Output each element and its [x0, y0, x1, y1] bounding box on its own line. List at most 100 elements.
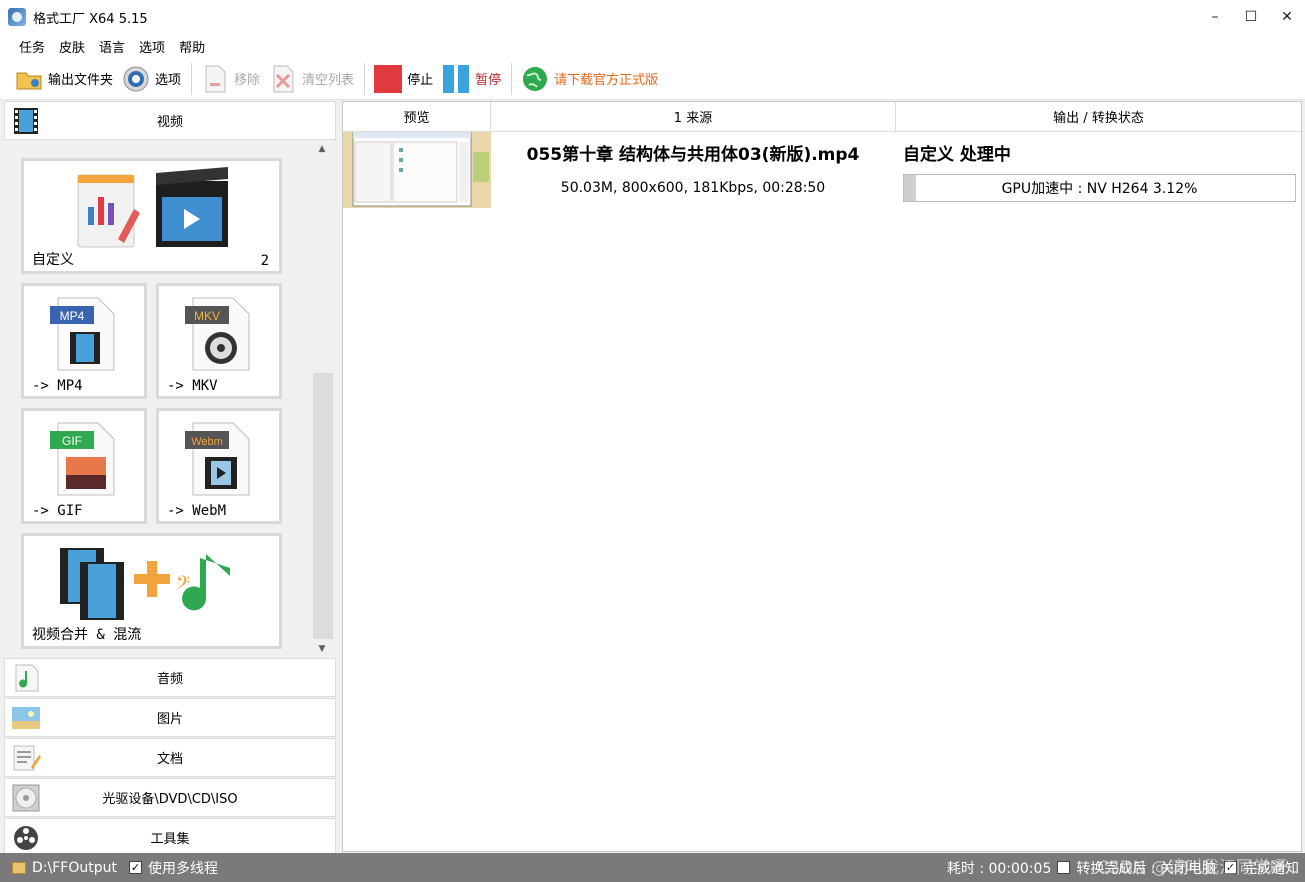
tile-mp4[interactable]: MP4 -> MP4	[21, 283, 147, 399]
task-list: 预览 1 来源 输出 / 转换状态 055第十章 结构体与共用体03(新版).m…	[342, 101, 1302, 852]
notify-label: 完成通知	[1243, 860, 1299, 877]
toolbar-separator	[511, 62, 513, 95]
category-audio[interactable]: 音频	[4, 658, 336, 697]
scroll-up-arrow[interactable]: ▲	[309, 141, 335, 157]
bass-clef-glyph: 𝄢	[176, 573, 190, 598]
mkv-file-icon: MKV	[185, 297, 250, 371]
stop-button[interactable]: 停止	[373, 61, 433, 97]
mp4-file-icon: MP4	[50, 297, 115, 371]
options-label: 选项	[155, 73, 182, 88]
category-panel: 视频 自定义 2 MP4 -> MP4 MKV -> MKV GIF -> GI…	[4, 101, 336, 857]
menu-bar: 任务 皮肤 语言 选项 帮助	[0, 34, 1305, 58]
tiles-scrollbar[interactable]: ▲ ▼	[309, 141, 335, 657]
column-preview[interactable]: 预览	[343, 102, 491, 131]
category-tools[interactable]: 工具集	[4, 818, 336, 857]
status-bar: D:\FFOutput ✓ 使用多线程 耗时 : 00:00:05 转换完成后 …	[0, 853, 1305, 882]
menu-help[interactable]: 帮助	[172, 37, 212, 56]
video-tiles: 自定义 2 MP4 -> MP4 MKV -> MKV GIF -> GIF W…	[4, 141, 309, 657]
pause-button[interactable]: 暂停	[441, 61, 501, 97]
output-status-title: 自定义 处理中	[903, 145, 1011, 165]
category-document-label: 文档	[156, 752, 183, 767]
gif-file-icon: GIF	[50, 422, 115, 496]
toolbar-separator	[364, 62, 366, 95]
shutdown-checkbox[interactable]	[1057, 861, 1071, 874]
after-convert-label: 转换完成后 : 关闭电脑	[1076, 860, 1216, 877]
globe-icon	[520, 64, 550, 94]
tile-custom[interactable]: 自定义 2	[21, 158, 282, 274]
output-path[interactable]: D:\FFOutput	[32, 860, 117, 876]
task-list-header: 预览 1 来源 输出 / 转换状态	[343, 102, 1301, 132]
output-folder-button[interactable]: 输出文件夹	[14, 61, 113, 97]
category-video-label: 视频	[156, 115, 183, 130]
column-source[interactable]: 1 来源	[491, 102, 896, 131]
mp4-badge: MP4	[60, 309, 85, 323]
pause-label: 暂停	[475, 73, 502, 88]
menu-language[interactable]: 语言	[92, 37, 132, 56]
folder-icon	[12, 861, 26, 874]
category-image[interactable]: 图片	[4, 698, 336, 737]
film-strip-icon	[11, 106, 41, 136]
webm-badge: Webm	[191, 436, 223, 448]
category-image-label: 图片	[156, 712, 183, 727]
scroll-down-arrow[interactable]: ▼	[309, 641, 335, 657]
menu-task[interactable]: 任务	[12, 37, 52, 56]
mkv-badge: MKV	[194, 309, 220, 323]
task-row[interactable]: 055第十章 结构体与共用体03(新版).mp4 50.03M, 800x600…	[343, 132, 1301, 208]
notify-checkbox[interactable]: ✓	[1224, 861, 1237, 874]
elapsed-time: 耗时 : 00:00:05	[946, 860, 1052, 877]
document-icon	[11, 743, 41, 773]
output-folder-label: 输出文件夹	[48, 73, 114, 88]
category-video[interactable]: 视频	[4, 101, 336, 140]
conversion-progress-bar: GPU加速中 : NV H264 3.12%	[903, 174, 1296, 202]
maximize-button[interactable]: ☐	[1233, 0, 1269, 34]
image-icon	[11, 703, 41, 733]
tile-mkv[interactable]: MKV -> MKV	[156, 283, 282, 399]
merge-mux-icon: 𝄢	[60, 548, 230, 620]
multithread-label: 使用多线程	[147, 860, 218, 877]
gif-badge: GIF	[62, 434, 82, 448]
app-icon	[8, 8, 26, 26]
toolbar-separator	[191, 62, 193, 95]
menu-options[interactable]: 选项	[132, 37, 172, 56]
stop-label: 停止	[407, 73, 434, 88]
options-button[interactable]: 选项	[121, 61, 181, 97]
title-bar: 格式工厂 X64 5.15 – ☐ ✕	[0, 0, 1305, 34]
tile-webm-label: -> WebM	[167, 503, 227, 519]
music-note-icon	[11, 663, 41, 693]
column-output-status[interactable]: 输出 / 转换状态	[896, 102, 1301, 131]
menu-skin[interactable]: 皮肤	[52, 37, 92, 56]
download-official-label: 请下载官方正式版	[554, 73, 659, 88]
video-thumbnail	[343, 132, 491, 208]
tile-merge-label: 视频合并 & 混流	[32, 627, 142, 643]
tile-gif[interactable]: GIF -> GIF	[21, 408, 147, 524]
window-title: 格式工厂 X64 5.15	[33, 11, 148, 27]
disc-drive-icon	[11, 783, 41, 813]
minimize-button[interactable]: –	[1197, 0, 1233, 34]
toolbar: 输出文件夹 选项 移除 清空列表 停止 暂停 请下载官方正式版	[0, 58, 1305, 100]
progress-text: GPU加速中 : NV H264 3.12%	[1001, 181, 1198, 197]
clear-list-button[interactable]: 清空列表	[268, 61, 354, 97]
pause-icon	[441, 64, 471, 94]
remove-document-icon	[200, 64, 230, 94]
clear-list-icon	[268, 64, 298, 94]
category-tools-label: 工具集	[150, 832, 190, 847]
remove-button[interactable]: 移除	[200, 61, 260, 97]
tile-merge[interactable]: 𝄢 视频合并 & 混流	[21, 533, 282, 649]
remove-label: 移除	[234, 73, 261, 88]
tile-webm[interactable]: Webm -> WebM	[156, 408, 282, 524]
stop-icon	[373, 64, 403, 94]
other-categories: 音频 图片 文档 光驱设备\DVD\CD\ISO 工具集	[4, 658, 336, 858]
scroll-thumb[interactable]	[313, 373, 333, 639]
download-official-link[interactable]: 请下载官方正式版	[520, 61, 658, 97]
window-controls: – ☐ ✕	[1197, 0, 1305, 34]
tile-mp4-label: -> MP4	[32, 378, 83, 394]
category-document[interactable]: 文档	[4, 738, 336, 777]
close-button[interactable]: ✕	[1269, 0, 1305, 34]
category-disc-label: 光驱设备\DVD\CD\ISO	[102, 792, 238, 807]
multithread-checkbox[interactable]: ✓	[128, 861, 142, 874]
webm-file-icon: Webm	[185, 422, 250, 496]
category-disc[interactable]: 光驱设备\DVD\CD\ISO	[4, 778, 336, 817]
film-reel-icon	[11, 823, 41, 853]
tile-custom-count: 2	[260, 253, 269, 269]
status-right-group: 耗时 : 00:00:05 转换完成后 : 关闭电脑 ✓ 完成通知	[947, 853, 1299, 882]
